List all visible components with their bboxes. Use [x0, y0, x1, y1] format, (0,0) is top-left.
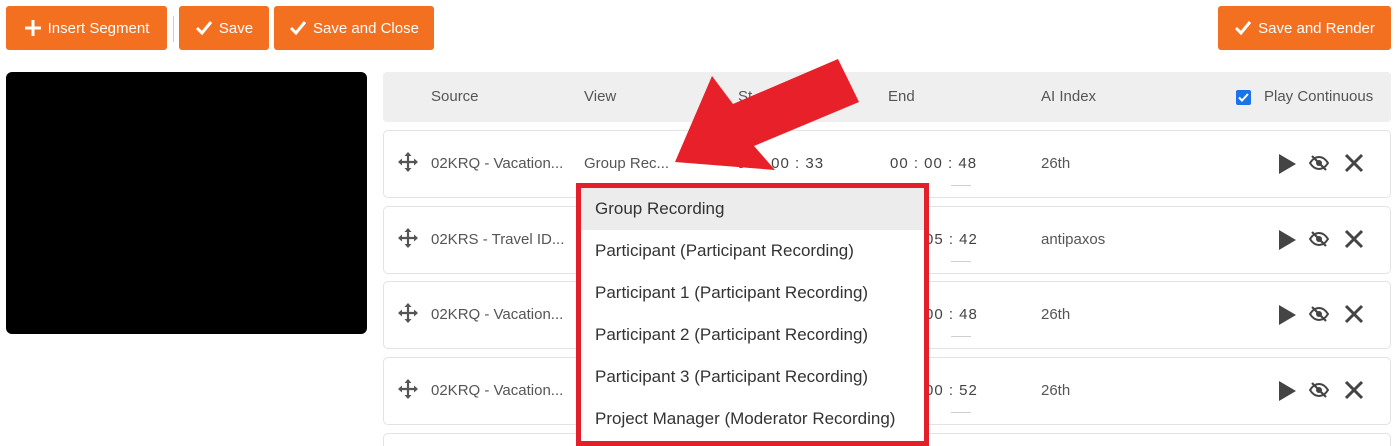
dropdown-option-selected[interactable]: Group Recording — [581, 188, 924, 230]
eye-off-icon[interactable] — [1309, 380, 1329, 400]
save-and-render-label: Save and Render — [1258, 19, 1375, 37]
check-icon — [1238, 93, 1249, 102]
play-icon[interactable] — [1277, 380, 1297, 402]
eye-off-icon[interactable] — [1309, 229, 1329, 249]
insert-segment-button[interactable]: Insert Segment — [6, 6, 167, 50]
move-icon[interactable] — [398, 228, 418, 248]
move-icon[interactable] — [398, 379, 418, 399]
row-ai-index: antipaxos — [1041, 231, 1106, 248]
close-icon[interactable] — [1344, 380, 1364, 400]
dropdown-option[interactable]: Participant 3 (Participant Recording) — [581, 356, 924, 398]
play-continuous-checkbox[interactable] — [1236, 90, 1251, 105]
close-icon[interactable] — [1344, 304, 1364, 324]
close-icon[interactable] — [1344, 229, 1364, 249]
insert-segment-label: Insert Segment — [47, 19, 150, 37]
play-continuous-label: Play Continuous — [1264, 88, 1374, 105]
row-ai-index: 26th — [1041, 306, 1071, 323]
row-source: 02KRQ - Vacation... — [431, 382, 564, 399]
row-ai-index: 26th — [1041, 382, 1071, 399]
header-end: End — [888, 88, 915, 105]
move-icon[interactable] — [398, 303, 418, 323]
video-preview[interactable] — [6, 72, 367, 334]
check-icon — [1235, 21, 1252, 36]
play-icon[interactable] — [1277, 229, 1297, 251]
dropdown-option[interactable]: Participant 2 (Participant Recording) — [581, 314, 924, 356]
save-button[interactable]: Save — [179, 6, 269, 50]
save-label: Save — [218, 19, 254, 37]
check-icon — [289, 21, 307, 36]
header-view: View — [584, 88, 617, 105]
row-source: 02KRQ - Vacation... — [431, 155, 564, 172]
header-source: Source — [431, 88, 479, 105]
header-ai-index: AI Index — [1041, 88, 1097, 105]
play-icon[interactable] — [1277, 304, 1297, 326]
save-and-close-label: Save and Close — [313, 19, 419, 37]
plus-icon — [24, 20, 41, 36]
header-start: St — [738, 88, 753, 105]
close-icon[interactable] — [1344, 153, 1364, 173]
row-source: 02KRS - Travel ID... — [431, 231, 565, 248]
row-end-time[interactable]: 05 : 42 — [925, 207, 978, 273]
row-source: 02KRQ - Vacation... — [431, 306, 564, 323]
row-end-time[interactable]: 00 : 52 — [925, 358, 978, 424]
save-and-close-button[interactable]: Save and Close — [274, 6, 434, 50]
time-underline — [951, 261, 971, 262]
eye-off-icon[interactable] — [1309, 304, 1329, 324]
view-dropdown: Group Recording Participant (Participant… — [576, 183, 929, 446]
time-underline — [951, 185, 971, 186]
time-underline — [951, 336, 971, 337]
move-icon[interactable] — [398, 152, 418, 172]
dropdown-option[interactable]: Participant (Participant Recording) — [581, 230, 924, 272]
segment-table-header: Source View St End AI Index Play Continu… — [383, 72, 1391, 122]
check-icon — [195, 21, 213, 36]
dropdown-option[interactable]: Participant 1 (Participant Recording) — [581, 272, 924, 314]
play-icon[interactable] — [1277, 153, 1297, 175]
dropdown-option[interactable]: Project Manager (Moderator Recording) — [581, 398, 924, 440]
eye-off-icon[interactable] — [1309, 153, 1329, 173]
row-ai-index: 26th — [1041, 155, 1071, 172]
time-underline — [951, 412, 971, 413]
toolbar-divider — [173, 16, 174, 42]
save-and-render-button[interactable]: Save and Render — [1218, 6, 1391, 50]
row-end-time[interactable]: 00 : 48 — [925, 282, 978, 348]
